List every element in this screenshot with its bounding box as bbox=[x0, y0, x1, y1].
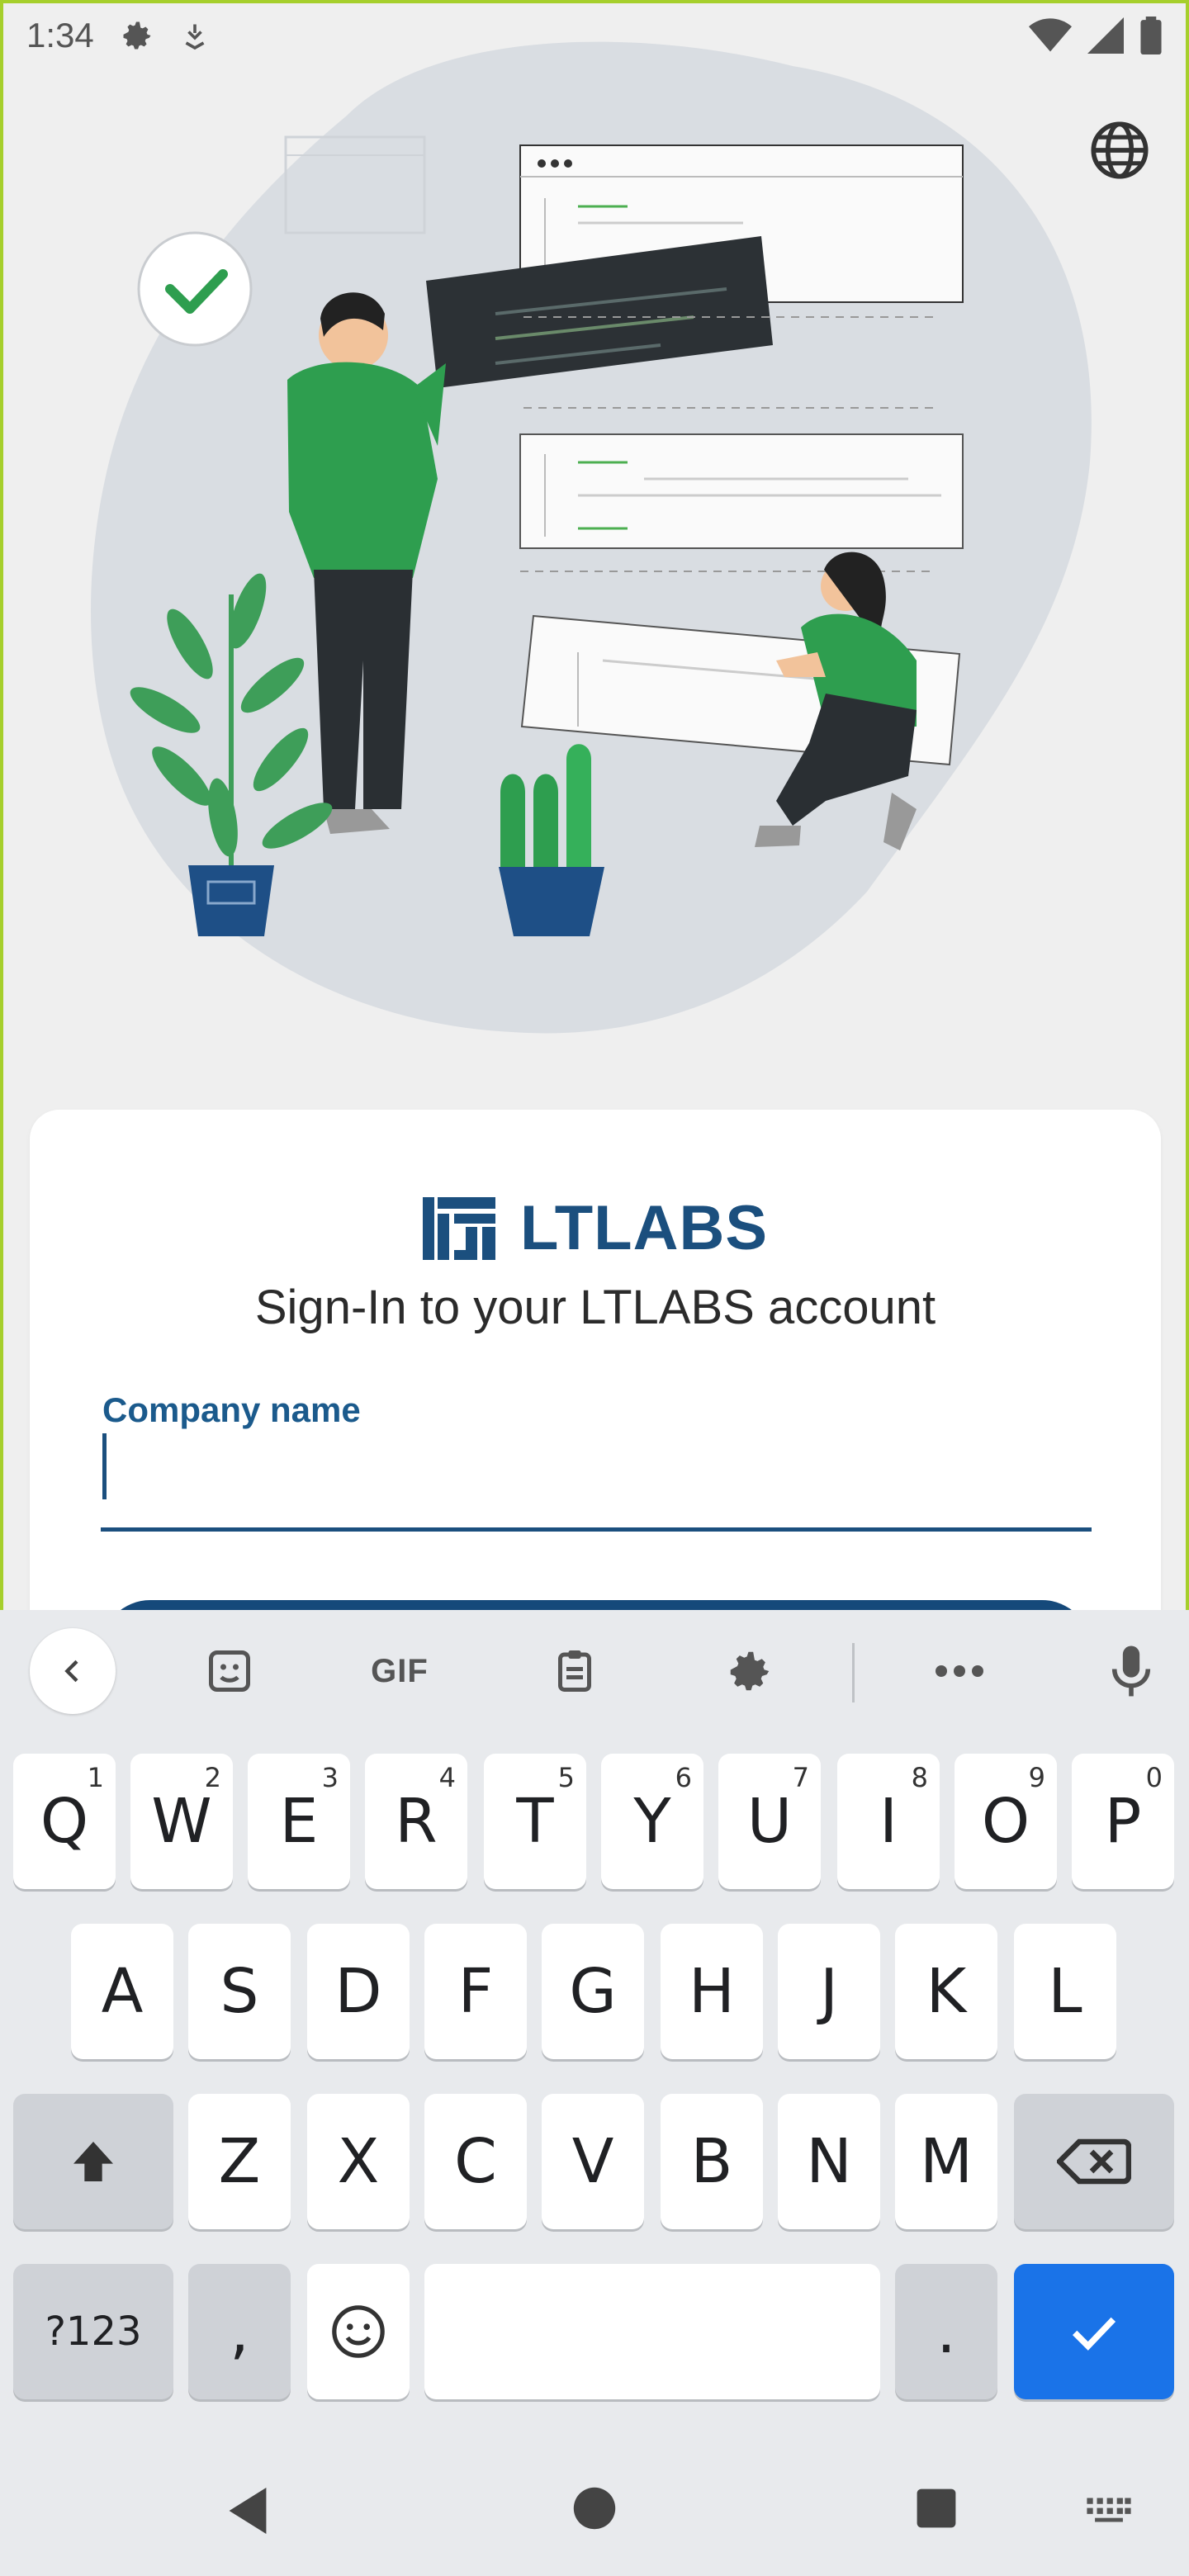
key-z[interactable]: Z bbox=[188, 2094, 291, 2229]
company-name-label: Company name bbox=[102, 1390, 361, 1429]
back-icon[interactable] bbox=[225, 2485, 271, 2536]
key-label: W bbox=[151, 1786, 212, 1857]
key-e[interactable]: E3 bbox=[248, 1754, 350, 1889]
battery-icon bbox=[1140, 17, 1162, 54]
hero-illustration bbox=[91, 41, 1092, 1034]
shift-icon bbox=[73, 2142, 113, 2181]
keyboard-switch-icon[interactable] bbox=[1085, 2495, 1133, 2525]
toolbar-divider bbox=[852, 1643, 855, 1702]
key-hint: 7 bbox=[792, 1762, 809, 1793]
clipboard-icon[interactable] bbox=[532, 1628, 618, 1714]
shift-key[interactable] bbox=[13, 2094, 173, 2229]
signal-icon bbox=[1087, 17, 1124, 54]
keyboard-toolbar: GIF bbox=[0, 1610, 1189, 1716]
key-label: T bbox=[516, 1786, 554, 1857]
check-icon bbox=[1072, 2317, 1116, 2351]
gear-icon[interactable] bbox=[707, 1628, 793, 1714]
key-n[interactable]: N bbox=[778, 2094, 880, 2229]
key-p[interactable]: P0 bbox=[1072, 1754, 1174, 1889]
key-label: E bbox=[279, 1786, 319, 1857]
company-name-input[interactable] bbox=[102, 1432, 1090, 1498]
backspace-icon bbox=[1057, 2138, 1131, 2185]
key-hint: 9 bbox=[1028, 1762, 1045, 1793]
key-hint: 4 bbox=[438, 1762, 456, 1793]
key-w[interactable]: W2 bbox=[130, 1754, 233, 1889]
key-hint: 0 bbox=[1145, 1762, 1163, 1793]
key-y[interactable]: Y6 bbox=[601, 1754, 703, 1889]
key-o[interactable]: O9 bbox=[955, 1754, 1057, 1889]
key-h[interactable]: H bbox=[661, 1924, 763, 2059]
key-label: P bbox=[1104, 1786, 1142, 1857]
key-hint: 6 bbox=[675, 1762, 692, 1793]
key-label: O bbox=[981, 1786, 1030, 1857]
globe-icon[interactable] bbox=[1088, 119, 1151, 182]
key-k[interactable]: K bbox=[895, 1924, 997, 2059]
symbols-key[interactable]: ?123 bbox=[13, 2264, 173, 2399]
done-key[interactable] bbox=[1014, 2264, 1174, 2399]
key-label: U bbox=[746, 1786, 793, 1857]
backspace-key[interactable] bbox=[1014, 2094, 1174, 2229]
space-bar[interactable] bbox=[424, 2264, 880, 2399]
key-q[interactable]: Q1 bbox=[13, 1754, 116, 1889]
key-r[interactable]: R4 bbox=[365, 1754, 467, 1889]
ltlabs-logo-icon bbox=[422, 1196, 495, 1260]
key-hint: 2 bbox=[204, 1762, 221, 1793]
mic-icon[interactable] bbox=[1088, 1628, 1174, 1714]
sticker-icon[interactable] bbox=[187, 1628, 272, 1714]
more-icon[interactable] bbox=[917, 1628, 1002, 1714]
emoji-icon bbox=[332, 2305, 385, 2358]
status-bar: 1:34 bbox=[0, 0, 1189, 71]
navigation-bar bbox=[0, 2444, 1189, 2576]
key-l[interactable]: L bbox=[1014, 1924, 1116, 2059]
key-s[interactable]: S bbox=[188, 1924, 291, 2059]
emoji-key[interactable] bbox=[307, 2264, 410, 2399]
key-t[interactable]: T5 bbox=[484, 1754, 586, 1889]
status-time: 1:34 bbox=[26, 16, 94, 54]
home-icon[interactable] bbox=[571, 2485, 618, 2531]
chevron-left-icon[interactable] bbox=[30, 1628, 116, 1714]
key-v[interactable]: V bbox=[542, 2094, 644, 2229]
company-name-underline bbox=[101, 1527, 1092, 1532]
key-label: Q bbox=[40, 1786, 89, 1857]
settings-icon bbox=[123, 21, 151, 50]
key-x[interactable]: X bbox=[307, 2094, 410, 2229]
recents-icon[interactable] bbox=[915, 2487, 958, 2530]
login-card: LTLABS Sign-In to your LTLABS account Co… bbox=[30, 1110, 1161, 1699]
key-hint: 1 bbox=[87, 1762, 104, 1793]
wifi-icon bbox=[1029, 18, 1072, 52]
key-hint: 8 bbox=[911, 1762, 928, 1793]
key-hint: 3 bbox=[321, 1762, 339, 1793]
brand-name: LTLABS bbox=[519, 1193, 769, 1263]
text-cursor bbox=[102, 1433, 107, 1499]
key-label: Y bbox=[633, 1786, 671, 1857]
download-icon bbox=[185, 24, 205, 50]
key-m[interactable]: M bbox=[895, 2094, 997, 2229]
key-j[interactable]: J bbox=[778, 1924, 880, 2059]
key-g[interactable]: G bbox=[542, 1924, 644, 2059]
soft-keyboard: GIF Q1 W2 E3 R4 T5 Y6 U7 I8 O9 P0 A S D … bbox=[0, 1610, 1189, 2576]
key-hint: 5 bbox=[557, 1762, 575, 1793]
brand: LTLABS bbox=[30, 1192, 1161, 1264]
key-a[interactable]: A bbox=[71, 1924, 173, 2059]
gif-button[interactable]: GIF bbox=[357, 1628, 443, 1714]
key-b[interactable]: B bbox=[661, 2094, 763, 2229]
key-label: I bbox=[879, 1786, 898, 1857]
key-d[interactable]: D bbox=[307, 1924, 410, 2059]
login-subtitle: Sign-In to your LTLABS account bbox=[254, 1281, 936, 1334]
key-label: R bbox=[395, 1786, 438, 1857]
comma-key[interactable]: , bbox=[188, 2264, 291, 2399]
key-i[interactable]: I8 bbox=[837, 1754, 940, 1889]
key-u[interactable]: U7 bbox=[718, 1754, 821, 1889]
period-key[interactable]: . bbox=[895, 2264, 997, 2399]
key-c[interactable]: C bbox=[424, 2094, 527, 2229]
key-f[interactable]: F bbox=[424, 1924, 527, 2059]
